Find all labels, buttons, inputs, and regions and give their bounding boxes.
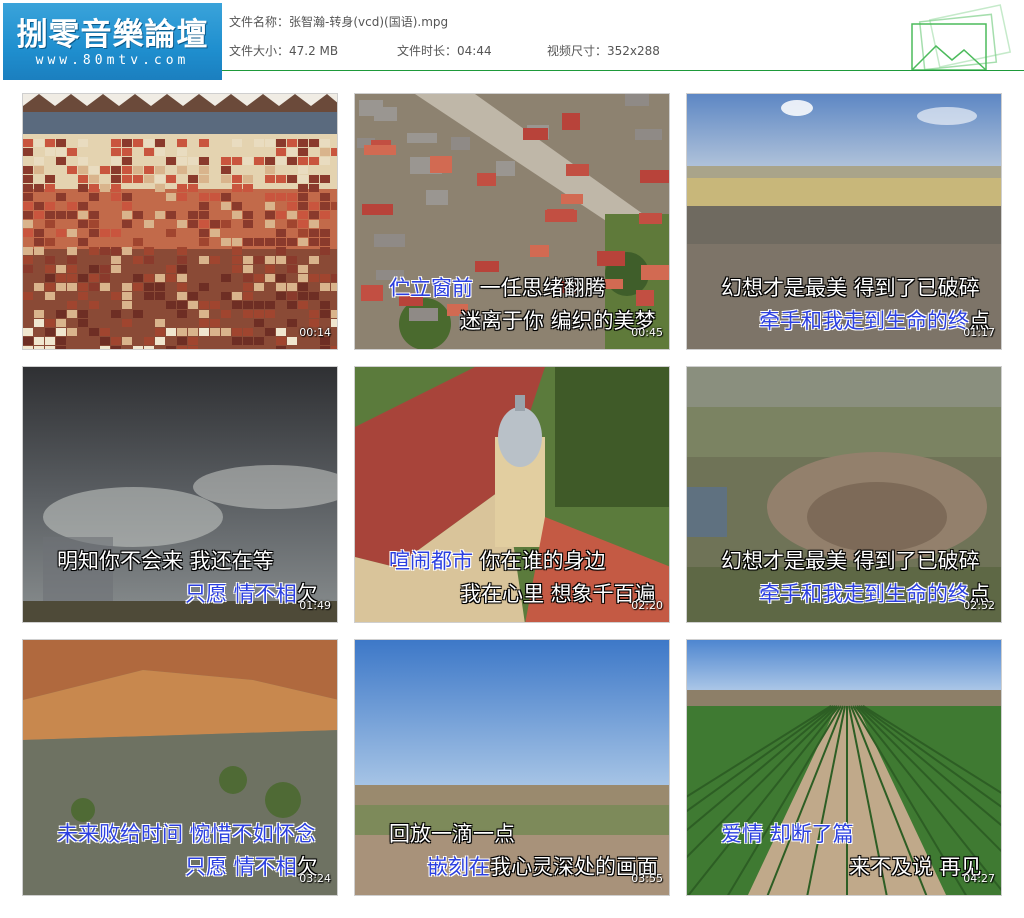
file-info-header: 捌零音樂論壇 www.80mtv.com 文件名称：张智瀚-转身(vcd)(国语… [0, 0, 1024, 80]
thumbnail-4[interactable]: 明知你不会来 我还在等 只愿 情不相欠 01:49 [22, 366, 338, 623]
lyric-line-1: 幻想才是最美 得到了已破碎 [721, 276, 980, 300]
lyric-line-1: 伫立窗前 一任思绪翻腾 [389, 276, 606, 300]
file-name-value: 张智瀚-转身(vcd)(国语).mpg [289, 15, 449, 29]
thumbnail-1-image [23, 94, 337, 349]
thumbnail-timestamp: 01:49 [299, 599, 331, 612]
lyric-line-1: 爱情 却断了篇 [721, 822, 854, 846]
video-dimensions-label: 视频尺寸： [547, 44, 608, 58]
lyric-line-2: 来不及说 再见 [849, 855, 982, 879]
thumbnail-timestamp: 03:24 [299, 872, 331, 885]
thumbnail-3[interactable]: 幻想才是最美 得到了已破碎 牵手和我走到生命的终点 01:17 [686, 93, 1002, 350]
lyric-line-2: 嵌刻在我心灵深处的画面 [427, 855, 658, 879]
logo-url: www.80mtv.com [35, 53, 190, 68]
file-duration-value: 04:44 [457, 44, 492, 58]
thumbnail-9[interactable]: 爱情 却断了篇 来不及说 再见 04:27 [686, 639, 1002, 896]
thumbnail-1[interactable]: 00:14 [22, 93, 338, 350]
video-dimensions-value: 352x288 [607, 44, 660, 58]
picture-stack-icon [911, 4, 1012, 70]
lyric-line-2: 牵手和我走到生命的终点 [759, 309, 990, 333]
header-divider [222, 70, 1024, 71]
file-name-field: 文件名称：张智瀚-转身(vcd)(国语).mpg [229, 13, 448, 30]
lyric-line-1: 幻想才是最美 得到了已破碎 [721, 549, 980, 573]
thumbnail-timestamp: 01:17 [963, 326, 995, 339]
thumbnail-5[interactable]: 喧闹都市 你在谁的身边 我在心里 想象千百遍 02:20 [354, 366, 670, 623]
thumbnail-timestamp: 02:20 [631, 599, 663, 612]
lyric-line-1: 未来败给时间 惋惜不如怀念 [57, 822, 316, 846]
file-name-label: 文件名称： [229, 15, 290, 29]
lyric-line-1: 明知你不会来 我还在等 [57, 549, 274, 573]
lyric-line-2: 只愿 情不相欠 [185, 582, 318, 606]
thumbnail-6[interactable]: 幻想才是最美 得到了已破碎 牵手和我走到生命的终点 02:52 [686, 366, 1002, 623]
thumbnail-timestamp: 00:45 [631, 326, 663, 339]
lyric-line-1: 喧闹都市 你在谁的身边 [389, 549, 606, 573]
lyric-line-1: 回放一滴一点 [389, 822, 515, 846]
thumbnail-7[interactable]: 未来败给时间 惋惜不如怀念 只愿 情不相欠 03:24 [22, 639, 338, 896]
thumbnail-timestamp: 02:52 [963, 599, 995, 612]
site-logo[interactable]: 捌零音樂論壇 www.80mtv.com [3, 3, 222, 80]
thumbnail-timestamp: 03:55 [631, 872, 663, 885]
file-duration-label: 文件时长： [397, 44, 458, 58]
file-duration-field: 文件时长：04:44 [397, 42, 492, 59]
lyric-line-2: 牵手和我走到生命的终点 [759, 582, 990, 606]
logo-title: 捌零音樂論壇 [16, 17, 209, 53]
lyric-line-2: 迷离于你 编织的美梦 [460, 309, 656, 333]
thumbnail-2[interactable]: 伫立窗前 一任思绪翻腾 迷离于你 编织的美梦 00:45 [354, 93, 670, 350]
lyric-line-2: 我在心里 想象千百遍 [460, 582, 656, 606]
file-size-field: 文件大小：47.2 MB [229, 42, 338, 59]
video-dimensions-field: 视频尺寸：352x288 [547, 42, 660, 59]
thumbnail-8[interactable]: 回放一滴一点 嵌刻在我心灵深处的画面 03:55 [354, 639, 670, 896]
file-size-value: 47.2 MB [289, 44, 339, 58]
thumbnail-timestamp: 04:27 [963, 872, 995, 885]
lyric-line-2: 只愿 情不相欠 [185, 855, 318, 879]
file-size-label: 文件大小： [229, 44, 290, 58]
thumbnail-timestamp: 00:14 [299, 326, 331, 339]
